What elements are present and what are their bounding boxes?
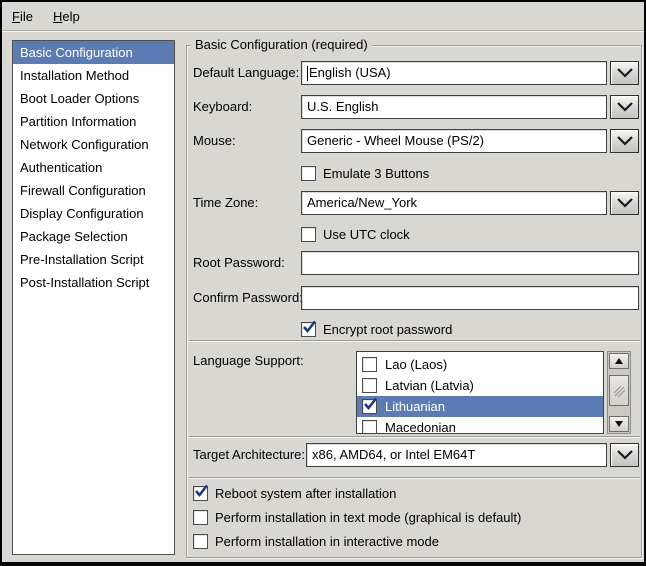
root-password-label: Root Password: [193, 251, 285, 275]
checkbox-box [301, 227, 316, 242]
sidebar-item-pre-installation-script[interactable]: Pre-Installation Script [13, 248, 174, 271]
checkbox-box[interactable] [362, 378, 377, 393]
kickstart-configurator-window: File Help Basic Configuration Installati… [0, 0, 646, 566]
chevron-down-icon [616, 67, 634, 79]
time-zone-value: America/New_York [307, 192, 417, 214]
keyboard-combo-entry[interactable]: U.S. English [301, 95, 607, 119]
checkbox-box [301, 166, 316, 181]
reboot-after-install-checkbox[interactable]: Reboot system after installation [193, 485, 396, 501]
emulate-3-buttons-label: Emulate 3 Buttons [323, 166, 429, 181]
panel-title: Basic Configuration (required) [191, 37, 372, 52]
language-support-list: Lao (Laos) Latvian (Latvia) Lithuanian M… [356, 351, 604, 434]
section-list: Basic Configuration Installation Method … [12, 40, 175, 555]
default-language-label: Default Language: [193, 61, 299, 85]
target-architecture-label: Target Architecture: [193, 443, 305, 467]
keyboard-label: Keyboard: [193, 95, 252, 119]
sidebar-item-installation-method[interactable]: Installation Method [13, 64, 174, 87]
encrypt-root-password-label: Encrypt root password [323, 322, 452, 337]
scrollbar-thumb[interactable] [609, 375, 629, 406]
checkbox-box [193, 486, 208, 501]
menubar: File Help [2, 2, 644, 31]
default-language-value: English (USA) [309, 62, 391, 84]
checkbox-box [193, 534, 208, 549]
separator [189, 477, 640, 479]
time-zone-label: Time Zone: [193, 191, 258, 215]
mouse-label: Mouse: [193, 129, 236, 153]
sidebar-item-boot-loader-options[interactable]: Boot Loader Options [13, 87, 174, 110]
language-option-label: Macedonian [385, 420, 456, 434]
scroll-down-button[interactable] [609, 416, 629, 432]
target-architecture-combo-entry[interactable]: x86, AMD64, or Intel EM64T [306, 443, 607, 467]
language-option-latvian[interactable]: Latvian (Latvia) [357, 375, 603, 396]
language-option-label: Latvian (Latvia) [385, 378, 474, 393]
language-option-label: Lithuanian [385, 399, 445, 414]
language-support-label: Language Support: [193, 349, 304, 373]
mouse-dropdown-button[interactable] [610, 129, 639, 153]
target-architecture-dropdown-button[interactable] [610, 443, 639, 467]
separator [189, 340, 640, 342]
menu-help-mnemonic: H [53, 9, 62, 24]
separator [189, 436, 640, 438]
mouse-combo-entry[interactable]: Generic - Wheel Mouse (PS/2) [301, 129, 607, 153]
sidebar-item-firewall-configuration[interactable]: Firewall Configuration [13, 179, 174, 202]
use-utc-clock-checkbox[interactable]: Use UTC clock [301, 226, 410, 242]
sidebar-item-partition-information[interactable]: Partition Information [13, 110, 174, 133]
language-option-macedonian[interactable]: Macedonian [357, 417, 603, 434]
text-mode-install-checkbox[interactable]: Perform installation in text mode (graph… [193, 509, 521, 525]
menu-file[interactable]: File [2, 2, 43, 31]
time-zone-combo-entry[interactable]: America/New_York [301, 191, 607, 215]
checkmark-icon [362, 396, 378, 412]
sidebar-item-network-configuration[interactable]: Network Configuration [13, 133, 174, 156]
use-utc-clock-label: Use UTC clock [323, 227, 410, 242]
sidebar-item-basic-configuration[interactable]: Basic Configuration [13, 41, 174, 64]
interactive-install-label: Perform installation in interactive mode [215, 534, 439, 549]
confirm-password-label: Confirm Password: [193, 286, 303, 310]
scroll-up-button[interactable] [609, 353, 629, 369]
keyboard-value: U.S. English [307, 96, 379, 118]
confirm-password-input[interactable] [301, 286, 639, 310]
emulate-3-buttons-checkbox[interactable]: Emulate 3 Buttons [301, 165, 429, 181]
checkbox-box[interactable] [362, 399, 377, 414]
root-password-input[interactable] [301, 251, 639, 275]
sidebar-item-display-configuration[interactable]: Display Configuration [13, 202, 174, 225]
menu-file-rest: ile [20, 9, 33, 24]
menu-help-rest: elp [62, 9, 79, 24]
sidebar-item-post-installation-script[interactable]: Post-Installation Script [13, 271, 174, 294]
language-option-label: Lao (Laos) [385, 357, 447, 372]
language-option-lao[interactable]: Lao (Laos) [357, 354, 603, 375]
mouse-value: Generic - Wheel Mouse (PS/2) [307, 130, 484, 152]
checkmark-icon [193, 483, 209, 499]
checkbox-box[interactable] [362, 357, 377, 372]
language-option-lithuanian[interactable]: Lithuanian [357, 396, 603, 417]
checkbox-box [193, 510, 208, 525]
sidebar-item-authentication[interactable]: Authentication [13, 156, 174, 179]
chevron-down-icon [616, 197, 634, 209]
encrypt-root-password-checkbox[interactable]: Encrypt root password [301, 321, 452, 337]
checkmark-icon [301, 319, 317, 335]
keyboard-dropdown-button[interactable] [610, 95, 639, 119]
chevron-down-icon [616, 101, 634, 113]
interactive-install-checkbox[interactable]: Perform installation in interactive mode [193, 533, 439, 549]
time-zone-dropdown-button[interactable] [610, 191, 639, 215]
checkbox-box [301, 322, 316, 337]
sidebar-item-package-selection[interactable]: Package Selection [13, 225, 174, 248]
reboot-after-install-label: Reboot system after installation [215, 486, 396, 501]
chevron-down-icon [616, 449, 634, 461]
scroll-up-icon [615, 358, 623, 364]
language-list-scrollbar[interactable] [607, 351, 631, 434]
menu-file-mnemonic: F [12, 9, 20, 24]
target-architecture-value: x86, AMD64, or Intel EM64T [312, 444, 475, 466]
checkbox-box[interactable] [362, 420, 377, 434]
scrollbar-grip-icon [613, 385, 625, 397]
default-language-combo-entry[interactable]: English (USA) [301, 61, 607, 85]
basic-configuration-panel: Basic Configuration (required) Default L… [186, 45, 642, 558]
scroll-down-icon [615, 421, 623, 427]
text-cursor [307, 66, 308, 81]
text-mode-install-label: Perform installation in text mode (graph… [215, 510, 521, 525]
chevron-down-icon [616, 135, 634, 147]
menu-help[interactable]: Help [43, 2, 90, 31]
default-language-dropdown-button[interactable] [610, 61, 639, 85]
